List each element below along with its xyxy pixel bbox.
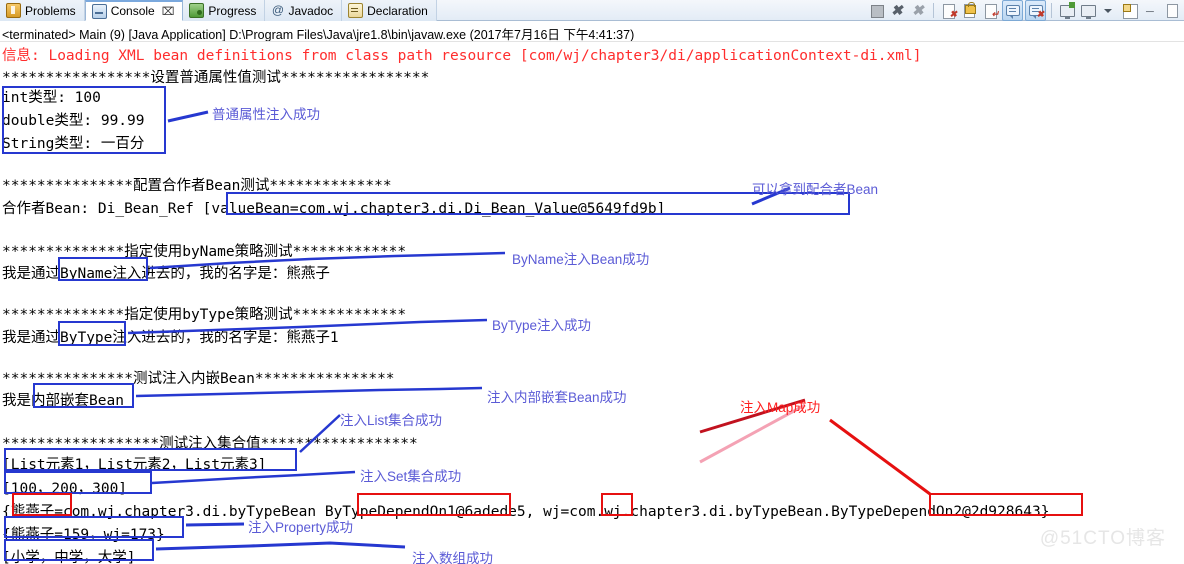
javadoc-icon: @ <box>271 3 285 17</box>
annotation-note: 普通属性注入成功 <box>212 107 320 122</box>
console-line: 信息: Loading XML bean definitions from cl… <box>2 48 922 64</box>
tab-declaration-label: Declaration <box>367 3 428 18</box>
tab-problems-label: Problems <box>25 3 76 18</box>
declaration-icon <box>348 3 364 18</box>
close-icon[interactable]: ⌧ <box>162 5 175 18</box>
tab-javadoc[interactable]: @ Javadoc <box>265 0 343 21</box>
annotation-note: 可以拿到配合者Bean <box>752 182 879 197</box>
array-box <box>4 539 154 561</box>
separator-1 <box>933 3 934 18</box>
display-selected-console-button[interactable] <box>1078 1 1097 20</box>
annotation-note: 注入数组成功 <box>412 551 493 564</box>
console-line: 我是通过ByName注入进去的，我的名字是：熊燕子 <box>2 266 330 282</box>
minimize-button[interactable]: ─ <box>1141 1 1160 20</box>
console-output[interactable]: 信息: Loading XML bean definitions from cl… <box>0 42 1184 564</box>
tab-console-label: Console <box>110 4 155 18</box>
tab-javadoc-label: Javadoc <box>288 3 334 18</box>
set-box <box>4 471 152 494</box>
chevron-down-icon <box>1104 9 1112 13</box>
console-line: *****************设置普通属性值测试**************… <box>2 70 430 86</box>
scroll-lock-button[interactable] <box>960 1 979 20</box>
bytype-box <box>58 321 126 346</box>
show-console-when-stderr-button[interactable]: ✖ <box>1025 0 1046 21</box>
progress-icon <box>189 3 205 18</box>
map-key1-box <box>12 493 72 516</box>
console-dropdown-button[interactable] <box>1099 1 1118 20</box>
plain-property-box <box>2 86 166 154</box>
tab-list: Problems Console ⌧ Progress @ Javadoc De… <box>0 0 437 21</box>
clear-console-button[interactable]: ✖ <box>939 1 958 20</box>
word-wrap-button[interactable]: ↵ <box>981 1 1000 20</box>
annotation-note: 注入List集合成功 <box>340 413 443 428</box>
remove-launch-button[interactable]: ✖ <box>888 1 907 20</box>
annotation-note: 注入Set集合成功 <box>360 469 462 484</box>
show-console-when-stdout-button[interactable] <box>1002 0 1023 21</box>
tab-problems[interactable]: Problems <box>0 0 85 21</box>
watermark: @51CTO博客 <box>1039 528 1166 549</box>
eclipse-console-view: Problems Console ⌧ Progress @ Javadoc De… <box>0 0 1184 564</box>
property-box <box>4 516 184 538</box>
console-toolbar: ✖ ✖ ✖ ↵ ✖ ─ <box>866 0 1182 21</box>
tab-progress-label: Progress <box>208 3 257 18</box>
tab-console[interactable]: Console ⌧ <box>84 0 184 21</box>
view-tabbar: Problems Console ⌧ Progress @ Javadoc De… <box>0 0 1184 21</box>
terminate-button[interactable] <box>867 1 886 20</box>
problems-icon <box>6 3 21 18</box>
annotation-note: 注入内部嵌套Bean成功 <box>487 390 627 405</box>
separator-2 <box>1051 3 1052 18</box>
annotation-note: ByType注入成功 <box>492 318 592 333</box>
tab-progress[interactable]: Progress <box>183 0 266 21</box>
map-value1-box <box>357 493 511 516</box>
console-icon <box>91 3 107 19</box>
annotation-note: ByName注入Bean成功 <box>512 252 650 267</box>
list-box <box>4 448 297 471</box>
open-console-button[interactable] <box>1120 1 1139 20</box>
maximize-button[interactable] <box>1162 1 1181 20</box>
map-value2-box <box>929 493 1083 516</box>
annotation-note: 注入Map成功 <box>740 400 821 415</box>
pin-console-button[interactable] <box>1057 1 1076 20</box>
annotation-note: 注入Property成功 <box>248 520 354 535</box>
tab-declaration[interactable]: Declaration <box>342 0 437 21</box>
console-line: 我是通过ByType注入进去的，我的名字是：熊燕子1 <box>2 330 339 346</box>
remove-all-terminated-button[interactable]: ✖ <box>909 1 928 20</box>
map-key2-box <box>601 493 633 516</box>
inner-bean-box <box>33 383 134 408</box>
byname-box <box>58 257 148 281</box>
